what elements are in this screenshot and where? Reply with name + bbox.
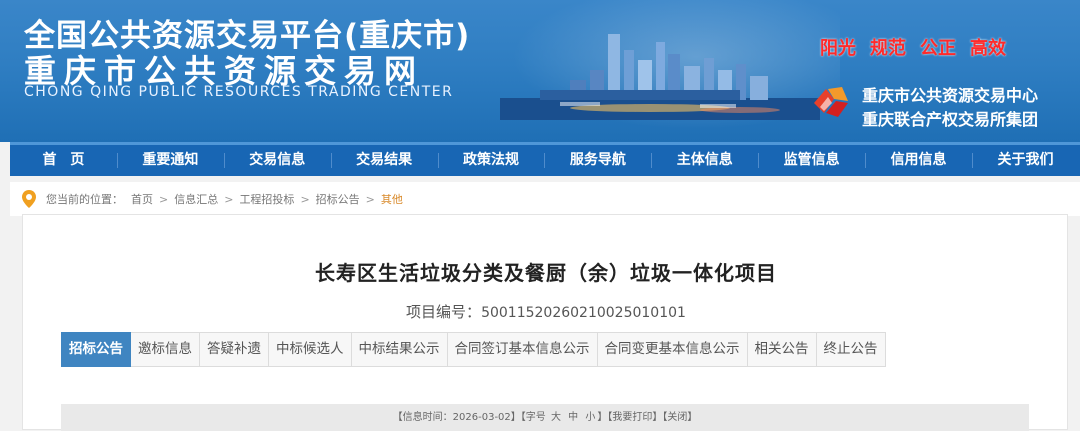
- nav-item-home[interactable]: 首 页: [10, 145, 117, 176]
- info-bar: 【信息时间：2026-03-02】【字号 大 中 小】【我要打印】【关闭】: [61, 404, 1029, 431]
- tab-award-result[interactable]: 中标结果公示: [351, 332, 448, 367]
- breadcrumb: 您当前的位置： 首页 > 信息汇总 > 工程招投标 > 招标公告 > 其他: [10, 182, 1080, 216]
- print-link[interactable]: 【我要打印】: [607, 412, 662, 423]
- breadcrumb-separator: >: [159, 192, 169, 206]
- tab-tender-notice[interactable]: 招标公告: [61, 332, 131, 367]
- slogan-text: 阳光: [820, 38, 856, 59]
- main-nav: 首 页 重要通知 交易信息 交易结果 政策法规 服务导航 主体信息 监管信息 信…: [10, 142, 1080, 176]
- org-name-2: 重庆联合产权交易所集团: [862, 110, 1039, 129]
- breadcrumb-separator: >: [365, 192, 375, 206]
- info-time-label: 【信息时间：: [392, 412, 453, 423]
- tab-winning-candidates[interactable]: 中标候选人: [269, 332, 352, 367]
- tab-contract-change[interactable]: 合同变更基本信息公示: [597, 332, 748, 367]
- breadcrumb-link-tender[interactable]: 招标公告: [316, 191, 360, 207]
- breadcrumb-link-home[interactable]: 首页: [131, 191, 153, 207]
- breadcrumb-current[interactable]: 其他: [381, 191, 403, 207]
- nav-item-trade-results[interactable]: 交易结果: [330, 145, 438, 176]
- font-size-medium-link[interactable]: 中: [568, 412, 578, 423]
- tab-termination-notice[interactable]: 终止公告: [816, 332, 886, 367]
- slogan-text: 规范: [870, 38, 906, 59]
- breadcrumb-separator: >: [300, 192, 310, 206]
- breadcrumb-prefix: 您当前的位置：: [46, 193, 123, 206]
- location-pin-icon: [22, 190, 36, 208]
- project-code-label: 项目编号：: [406, 303, 482, 321]
- site-title-english: CHONG QING PUBLIC RESOURCES TRADING CENT…: [24, 84, 454, 100]
- nav-item-credit[interactable]: 信用信息: [865, 145, 972, 176]
- header-banner: 全国公共资源交易平台(重庆市) 重庆市公共资源交易网 CHONG QING PU…: [0, 0, 1080, 142]
- info-time-close: 】: [510, 412, 521, 423]
- nav-item-entity-info[interactable]: 主体信息: [651, 145, 758, 176]
- project-code: 项目编号：500115202602100250101​01: [23, 301, 1069, 322]
- nav-item-trade-info[interactable]: 交易信息: [223, 145, 331, 176]
- announcement-tabs: 招标公告 邀标信息 答疑补遗 中标候选人 中标结果公示 合同签订基本信息公示 合…: [61, 332, 886, 367]
- tab-contract-signing[interactable]: 合同签订基本信息公示: [447, 332, 598, 367]
- city-skyline-image: [500, 34, 820, 120]
- article-panel: 长寿区生活垃圾分类及餐厨（余）垃圾一体化项目 项目编号：500115202602…: [22, 214, 1069, 431]
- slogan-text: 高效: [970, 38, 1006, 59]
- organization-logo-icon: [814, 87, 848, 117]
- tab-qa-supplement[interactable]: 答疑补遗: [200, 332, 269, 367]
- breadcrumb-link-summary[interactable]: 信息汇总: [174, 191, 218, 207]
- font-size-small-link[interactable]: 小: [585, 412, 595, 423]
- nav-item-about[interactable]: 关于我们: [972, 145, 1079, 176]
- tab-related-notices[interactable]: 相关公告: [747, 332, 817, 367]
- breadcrumb-link-engineering[interactable]: 工程招投标: [239, 191, 294, 207]
- slogan-group: 阳光 规范 公正 高效: [820, 34, 1006, 60]
- font-size-large-link[interactable]: 大: [551, 412, 561, 423]
- font-size-close: 】: [597, 412, 608, 423]
- tab-invitation-info[interactable]: 邀标信息: [131, 332, 200, 367]
- nav-item-notices[interactable]: 重要通知: [116, 145, 224, 176]
- close-link[interactable]: 【关闭】: [662, 412, 697, 423]
- font-size-label: 【字号: [520, 412, 546, 423]
- project-code-value: 500115202602100250101​01: [481, 305, 686, 321]
- nav-item-policy[interactable]: 政策法规: [437, 145, 545, 176]
- nav-item-service-guide[interactable]: 服务导航: [544, 145, 651, 176]
- slogan-text: 公正: [920, 38, 956, 59]
- article-title: 长寿区生活垃圾分类及餐厨（余）垃圾一体化项目: [315, 261, 777, 285]
- org-name-1: 重庆市公共资源交易中心: [862, 86, 1039, 105]
- info-time-value: 2026-03-02: [452, 412, 511, 423]
- breadcrumb-separator: >: [224, 192, 234, 206]
- nav-item-supervision[interactable]: 监管信息: [758, 145, 865, 176]
